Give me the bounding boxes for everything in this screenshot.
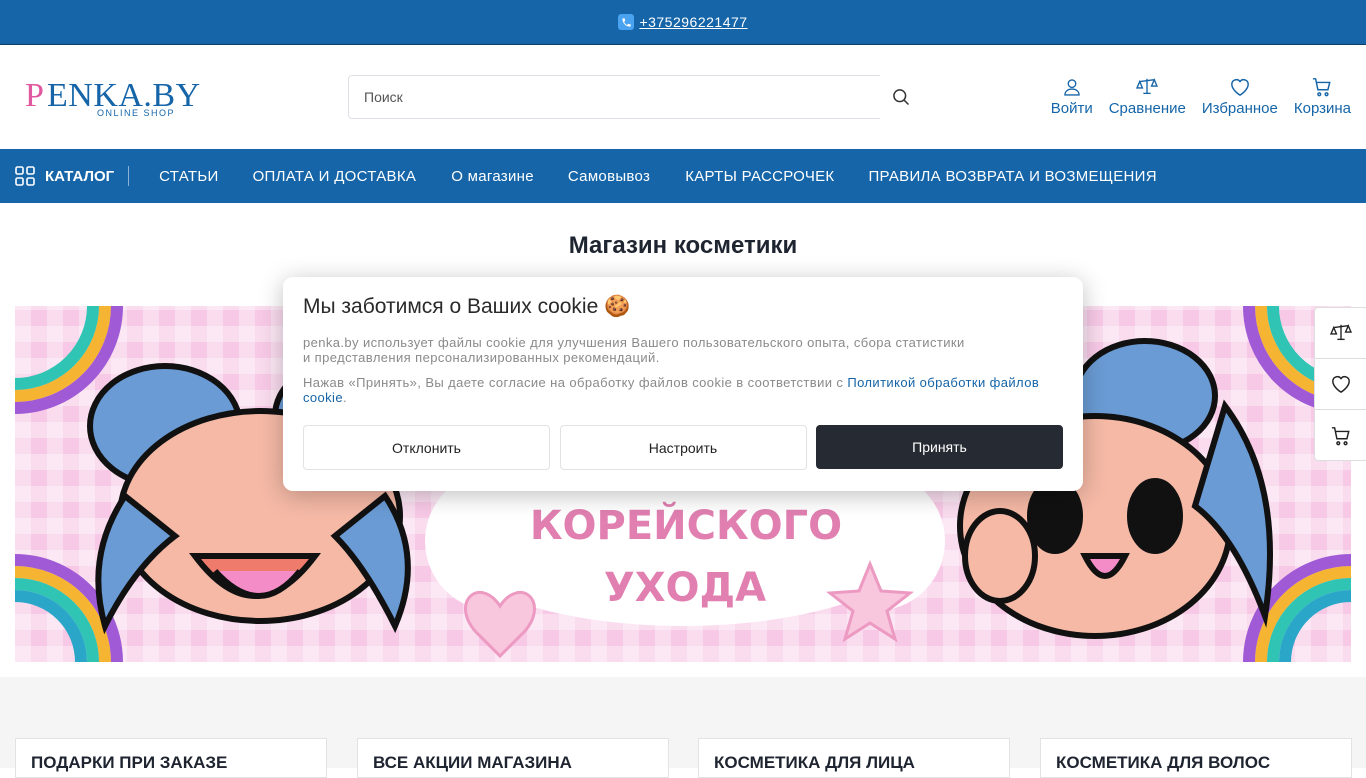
sidebar-favorites-button[interactable] [1315,359,1366,410]
cookie-buttons: Отклонить Настроить Принять [303,425,1063,470]
nav-item-returns[interactable]: ПРАВИЛА ВОЗВРАТА И ВОЗМЕЩЕНИЯ [868,168,1156,185]
compare-label: Сравнение [1108,100,1186,117]
category-card[interactable]: КОСМЕТИКА ДЛЯ ЛИЦА [698,738,1010,778]
cookie-title: Мы заботимся о Ваших cookie 🍪 [303,295,631,318]
nav-item-installments[interactable]: КАРТЫ РАССРОЧЕК [685,168,834,185]
phone-icon [618,14,635,30]
cookie-dialog: Мы заботимся о Ваших cookie 🍪 penka.by и… [283,277,1083,491]
grid-icon [15,166,35,186]
search-button[interactable] [882,75,920,119]
compare-button[interactable]: Сравнение [1109,77,1186,117]
nav-item-payment[interactable]: ОПЛАТА И ДОСТАВКА [253,168,417,185]
cookie-consent-text: Нажав «Принять», Вы даете согласие на об… [303,375,1063,405]
accept-button[interactable]: Принять [816,425,1063,469]
cart-button[interactable]: Корзина [1294,77,1351,117]
category-card[interactable]: ПОДАРКИ ПРИ ЗАКАЗЕ [15,738,327,778]
heart-icon [1230,79,1249,97]
cart-icon [1331,426,1350,445]
nav-item-pickup[interactable]: Самовывоз [568,168,650,185]
category-card[interactable]: КОСМЕТИКА ДЛЯ ВОЛОС [1040,738,1352,778]
cart-icon [1313,78,1332,97]
favorites-button[interactable]: Избранное [1202,77,1278,117]
svg-text:P: P [25,78,44,114]
banner-line-1: КОРЕЙСКОГО [530,501,842,549]
header: P ENKA.BY ONLINE SHOP Войти Сравнение Из… [0,45,1366,149]
cookie-consent-prefix: Нажав «Принять», Вы даете согласие на об… [303,375,848,390]
heart-icon [1331,376,1350,394]
catalog-button[interactable]: КАТАЛОГ [15,166,130,186]
cookie-description: penka.by использует файлы cookie для улу… [303,335,1063,365]
cookie-consent-suffix: . [342,390,347,405]
floating-sidebar [1314,307,1366,461]
category-card[interactable]: ВСЕ АКЦИИ МАГАЗИНА [357,738,669,778]
catalog-label: КАТАЛОГ [45,167,115,185]
scales-icon [1329,323,1352,341]
user-icon [1063,79,1080,96]
login-label: Войти [1050,100,1093,117]
sidebar-cart-button[interactable] [1315,410,1366,461]
search-input[interactable] [349,76,880,118]
favorites-label: Избранное [1201,100,1278,117]
cookie-text-line-2: и представления персонализированных реко… [303,350,660,365]
banner-line-2: УХОДА [604,565,766,611]
svg-text:ONLINE SHOP: ONLINE SHOP [97,108,175,118]
logo[interactable]: P ENKA.BY ONLINE SHOP [25,77,210,118]
decline-button[interactable]: Отклонить [303,425,550,470]
header-actions: Войти Сравнение Избранное Корзина [1035,77,1351,117]
sidebar-compare-button[interactable] [1315,308,1366,359]
nav-item-articles[interactable]: СТАТЬИ [159,168,218,185]
login-button[interactable]: Войти [1051,77,1093,117]
scales-icon [1136,77,1159,95]
search-box [348,75,880,119]
top-bar: +375296221477 [0,0,1366,45]
nav-item-about[interactable]: О магазине [451,168,534,185]
cookie-text-line-1: penka.by использует файлы cookie для улу… [303,335,965,350]
configure-button[interactable]: Настроить [559,425,807,470]
page-title: Магазин косметики [568,232,798,259]
search-icon [893,89,910,106]
phone-link[interactable]: +375296221477 [639,14,747,30]
cart-label: Корзина [1293,100,1351,117]
main-nav: КАТАЛОГ СТАТЬИ ОПЛАТА И ДОСТАВКА О магаз… [0,149,1366,203]
